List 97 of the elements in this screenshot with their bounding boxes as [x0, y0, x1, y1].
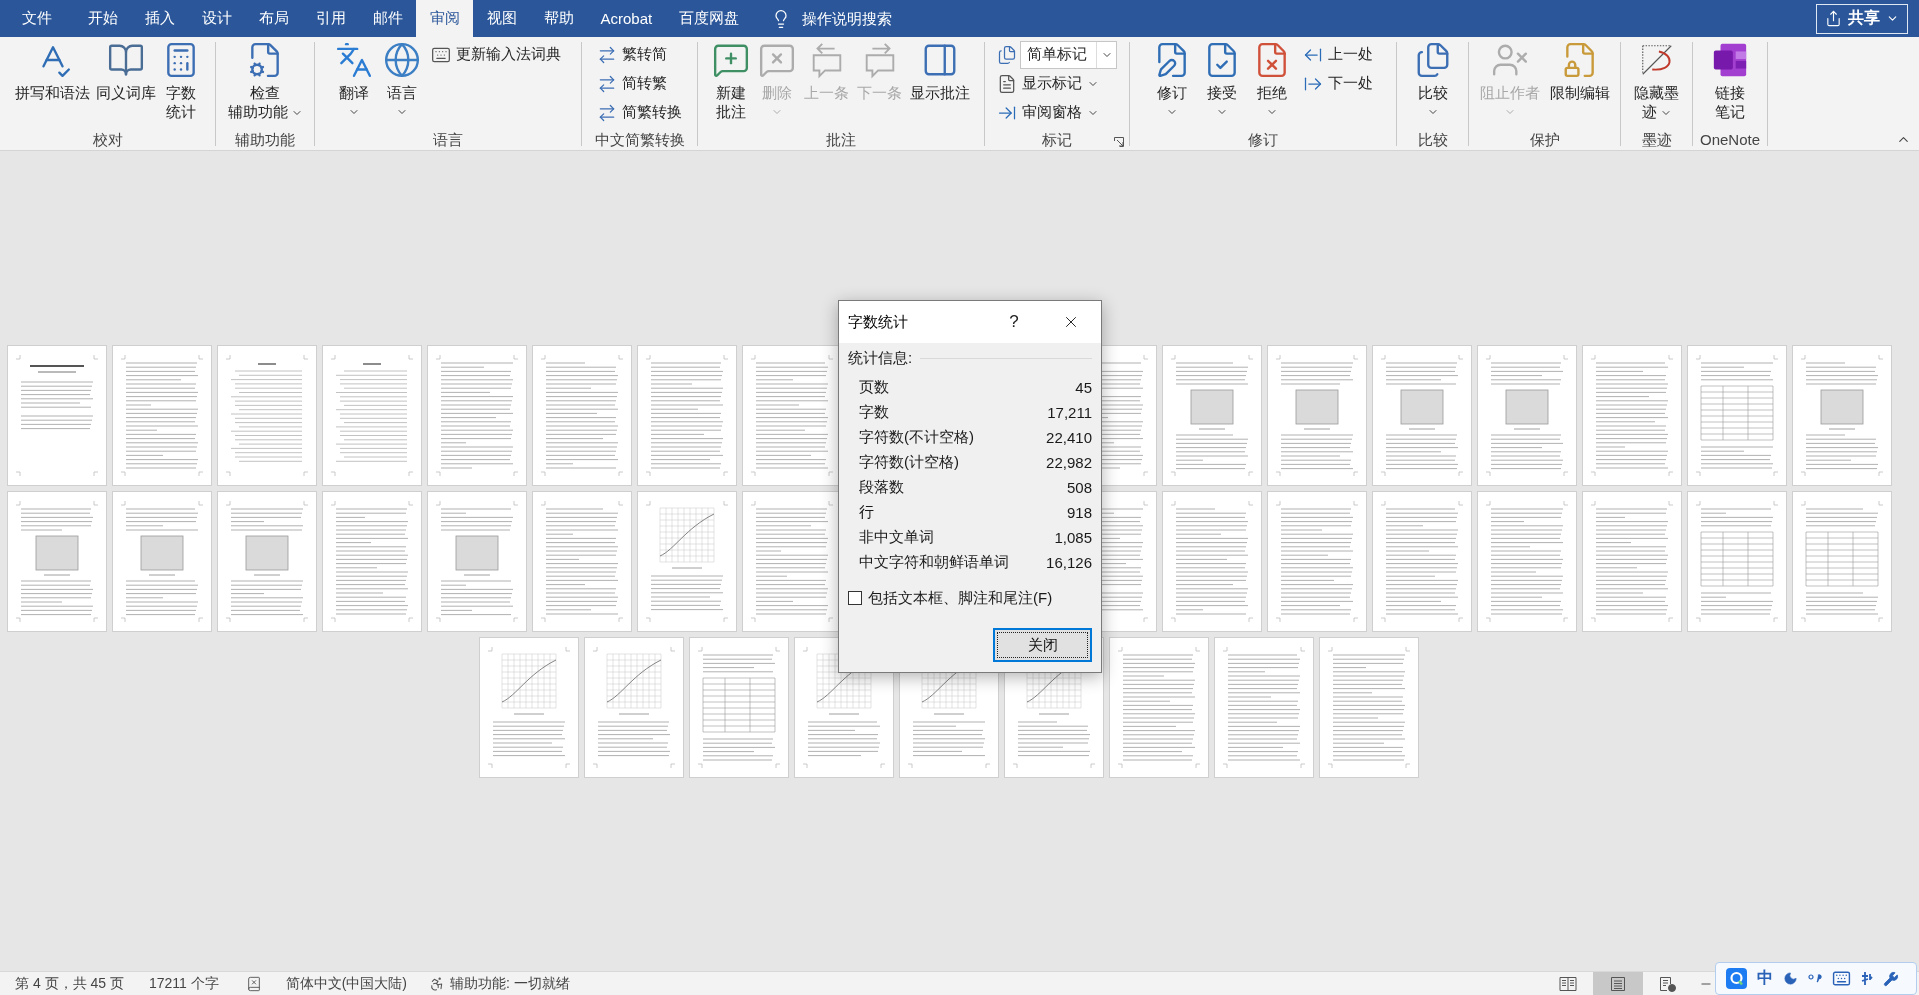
ribbon-button[interactable]: 修订: [1150, 40, 1194, 127]
language-label[interactable]: 简体中文(中国大陆): [285, 974, 408, 993]
ribbon-button[interactable]: 拼写和语法: [12, 40, 93, 127]
ribbon-button[interactable]: 语言: [380, 40, 424, 127]
group-label: 辅助功能: [235, 130, 295, 150]
search-field[interactable]: 操作说明搜索: [801, 10, 898, 27]
ribbon-button[interactable]: 显示批注: [907, 40, 973, 127]
group-label: 保护: [1529, 130, 1560, 150]
ribbon-button[interactable]: 简繁转换: [594, 98, 685, 127]
ribbon-button[interactable]: 上一处: [1300, 40, 1376, 69]
ribbon-tab[interactable]: 邮件: [359, 0, 416, 37]
group-label: 墨迹: [1641, 130, 1672, 150]
group-label: 校对: [92, 130, 123, 150]
print-layout-button[interactable]: [1593, 972, 1643, 995]
checkbox-label[interactable]: 包括文本框、脚注和尾注(F): [868, 588, 1053, 608]
translate-icon: [335, 41, 373, 79]
stat-value: 45: [1075, 379, 1092, 396]
ribbon-button[interactable]: 拒绝: [1250, 40, 1294, 127]
ribbon-tab[interactable]: 审阅: [416, 0, 473, 37]
stat-label: 字符数(计空格): [859, 453, 959, 472]
ribbon-button[interactable]: 比较: [1410, 40, 1455, 127]
book-cross-icon[interactable]: [245, 975, 262, 992]
checkbox[interactable]: [848, 591, 862, 605]
punctuation-icon[interactable]: [1808, 972, 1822, 985]
swap-arrows-icon: [597, 102, 617, 123]
share-button[interactable]: 共享: [1816, 3, 1908, 34]
page-count[interactable]: 第 4 页，共 45 页: [15, 974, 124, 993]
globe-icon: [383, 41, 421, 79]
group-label: 批注: [826, 130, 856, 150]
group-label: 中文简繁转换: [594, 130, 685, 150]
stat-value: 22,410: [1046, 429, 1092, 446]
ribbon-tab[interactable]: 引用: [302, 0, 359, 37]
dialog-launcher-icon[interactable]: [1114, 137, 1124, 147]
stat-label: 中文字符和朝鲜语单词: [859, 553, 1009, 572]
ribbon-tab[interactable]: 布局: [245, 0, 302, 37]
share-icon: [1825, 10, 1842, 27]
ribbon-button[interactable]: 隐藏墨迹: [1630, 40, 1683, 127]
page-globe-icon: [1659, 975, 1677, 992]
section-label: 统计信息:: [848, 348, 913, 368]
strokes-icon[interactable]: [1861, 971, 1873, 986]
stat-value: 16,126: [1046, 554, 1092, 571]
ribbon-tab[interactable]: 设计: [188, 0, 245, 37]
stat-value: 22,982: [1046, 454, 1092, 471]
group-label: 修订: [1248, 130, 1278, 150]
markup-dropdown[interactable]: 简单标记: [1020, 40, 1117, 69]
dialog-title: 字数统计: [848, 312, 908, 332]
ribbon-button[interactable]: 同义词库: [93, 40, 159, 127]
ribbon-tab[interactable]: 视图: [473, 0, 530, 37]
stat-label: 字符数(不计空格): [859, 428, 974, 447]
stat-value: 508: [1066, 479, 1092, 496]
open-pages-icon: [1559, 975, 1577, 992]
ribbon-button[interactable]: 简转繁: [594, 69, 685, 98]
group-label: 标记: [1042, 130, 1072, 150]
ribbon-button[interactable]: 检查辅助功能: [224, 40, 306, 127]
stat-value: 17,211: [1047, 404, 1092, 421]
accessibility-status[interactable]: 辅助功能: 一切就绪: [450, 974, 570, 993]
swap-arrows-icon: [597, 44, 617, 65]
ribbon-button[interactable]: 审阅窗格: [994, 98, 1120, 127]
stat-label: 非中文单词: [859, 528, 934, 547]
ribbon-tab[interactable]: Acrobat: [587, 0, 666, 37]
ribbon-button[interactable]: 链接笔记: [1708, 40, 1752, 127]
swap-arrows-icon: [597, 73, 617, 94]
page-lines-icon: [1610, 975, 1626, 992]
ribbon-button[interactable]: 下一处: [1300, 69, 1376, 98]
documents-icon: [997, 44, 1017, 65]
ribbon-button[interactable]: 新建批注: [709, 40, 753, 127]
stat-label: 字数: [859, 403, 889, 422]
group-label: OneNote: [1699, 130, 1760, 150]
group-label: 比较: [1417, 130, 1448, 150]
close-dialog-button[interactable]: 关闭: [993, 628, 1092, 662]
ribbon-tab[interactable]: 百度网盘: [665, 0, 753, 37]
ribbon-tab[interactable]: 文件: [8, 0, 74, 37]
word-count[interactable]: 17211 个字: [148, 974, 219, 993]
ribbon-button[interactable]: 更新输入法词典: [428, 40, 564, 69]
ribbon-button[interactable]: 显示标记: [994, 69, 1120, 98]
ribbon-button[interactable]: 繁转简: [594, 40, 685, 69]
ribbon-button[interactable]: 接受: [1200, 40, 1244, 127]
app-logo-icon[interactable]: [1726, 968, 1747, 989]
ribbon-button[interactable]: 翻译: [332, 40, 376, 127]
stat-value: 1,085: [1054, 529, 1092, 546]
document-icon: [997, 73, 1017, 94]
ribbon-button[interactable]: 字数统计: [159, 40, 203, 127]
stat-label: 段落数: [859, 478, 904, 497]
stat-label: 页数: [859, 378, 889, 397]
notebook-tile-icon: [1711, 41, 1749, 79]
input-mode-toggle[interactable]: 中: [1757, 968, 1773, 989]
help-button[interactable]: ?: [991, 307, 1037, 337]
group-label: 语言: [433, 130, 463, 150]
ribbon-tab[interactable]: 帮助: [530, 0, 587, 37]
ribbon-tab[interactable]: 插入: [131, 0, 188, 37]
ribbon-tab[interactable]: 开始: [74, 0, 131, 37]
ribbon-button[interactable]: 限制编辑: [1546, 40, 1613, 127]
stat-value: 918: [1066, 504, 1092, 521]
stat-label: 行: [859, 503, 874, 522]
keyboard-icon[interactable]: [1832, 969, 1851, 988]
wrench-icon[interactable]: [1883, 970, 1899, 987]
moon-icon[interactable]: [1783, 971, 1798, 986]
